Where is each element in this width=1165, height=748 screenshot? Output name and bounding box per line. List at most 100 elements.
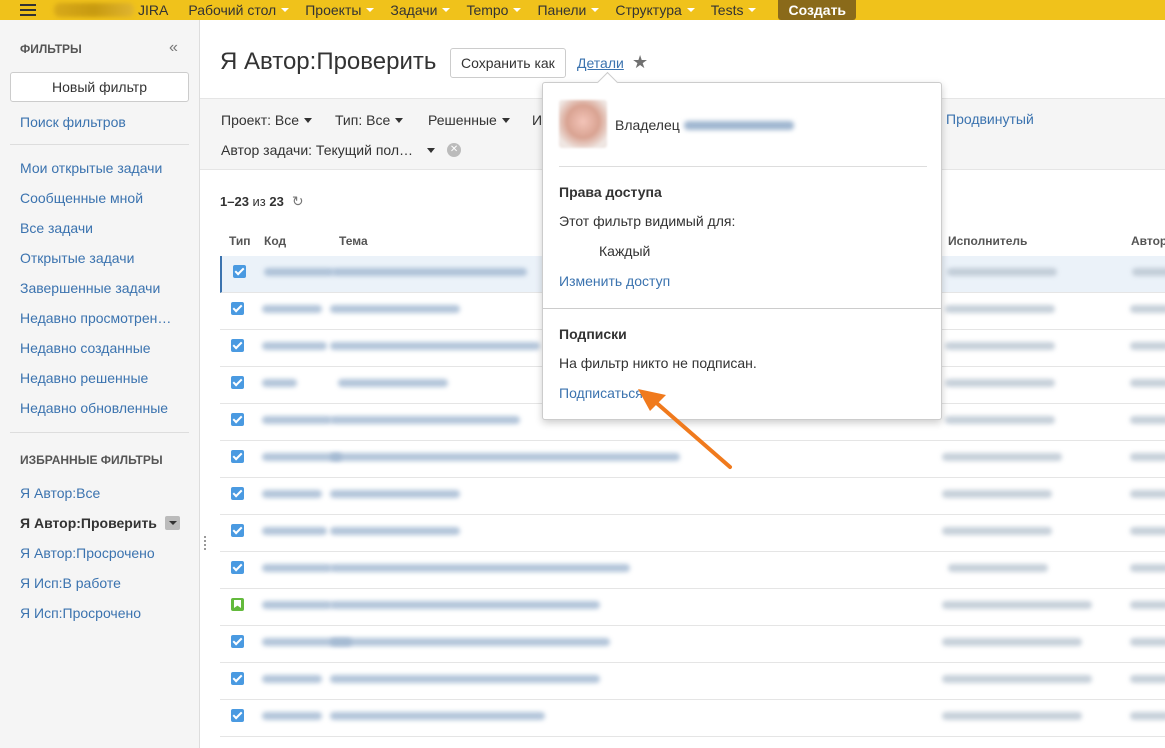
advanced-search-link[interactable]: Продвинутый	[946, 111, 1034, 127]
filter-recently-viewed[interactable]: Недавно просмотрен…	[20, 310, 171, 326]
assignee-redacted[interactable]	[942, 527, 1052, 535]
refresh-icon[interactable]: ↻	[292, 193, 304, 210]
favorite-filter-author-overdue[interactable]: Я Автор:Просрочено	[20, 545, 155, 561]
menu-icon[interactable]	[20, 4, 36, 16]
assignee-redacted[interactable]	[945, 416, 1055, 424]
create-button[interactable]: Создать	[778, 0, 857, 20]
issue-summary-redacted[interactable]	[330, 305, 460, 313]
issue-summary-redacted[interactable]	[330, 564, 630, 572]
issue-summary-redacted[interactable]	[330, 416, 520, 424]
reporter-redacted[interactable]	[1130, 379, 1165, 387]
reporter-redacted[interactable]	[1130, 305, 1165, 313]
table-row[interactable]	[220, 515, 1165, 552]
column-type[interactable]: Тип	[229, 234, 251, 248]
partial-filter[interactable]: И	[532, 112, 542, 128]
filter-open-issues[interactable]: Открытые задачи	[20, 250, 134, 266]
nav-tempo[interactable]: Tempo	[466, 2, 522, 18]
assignee-redacted[interactable]	[942, 638, 1082, 646]
table-row[interactable]	[220, 589, 1165, 626]
issue-key-redacted[interactable]	[262, 379, 297, 387]
filter-my-open-issues[interactable]: Мои открытые задачи	[20, 160, 162, 176]
jira-logo-text[interactable]: JIRA	[138, 2, 168, 18]
issue-summary-redacted[interactable]	[330, 490, 460, 498]
assignee-redacted[interactable]	[948, 564, 1048, 572]
filter-reported-by-me[interactable]: Сообщенные мной	[20, 190, 143, 206]
issue-key-redacted[interactable]	[262, 305, 322, 313]
project-filter[interactable]: Проект: Все	[221, 112, 313, 128]
reporter-redacted[interactable]	[1132, 268, 1165, 276]
nav-boards[interactable]: Панели	[537, 2, 600, 18]
clear-filter-icon[interactable]: ✕	[447, 143, 462, 157]
assignee-redacted[interactable]	[942, 712, 1082, 720]
issue-summary-redacted[interactable]	[330, 601, 600, 609]
issue-summary-redacted[interactable]	[330, 638, 610, 646]
filter-dropdown-icon[interactable]	[164, 516, 180, 530]
star-icon[interactable]: ★	[632, 52, 648, 73]
assignee-redacted[interactable]	[945, 305, 1055, 313]
favorite-filter-assignee-in-progress[interactable]: Я Исп:В работе	[20, 575, 121, 591]
reporter-redacted[interactable]	[1130, 675, 1165, 683]
issue-key-redacted[interactable]	[262, 490, 322, 498]
issue-summary-redacted[interactable]	[330, 712, 545, 720]
assignee-redacted[interactable]	[942, 453, 1062, 461]
double-chevron-left-icon[interactable]: «	[169, 39, 178, 57]
filter-done-issues[interactable]: Завершенные задачи	[20, 280, 160, 296]
favorite-filter-author-all[interactable]: Я Автор:Все	[20, 485, 100, 501]
issue-summary-redacted[interactable]	[332, 268, 527, 276]
nav-projects[interactable]: Проекты	[305, 2, 375, 18]
table-row[interactable]	[220, 478, 1165, 515]
issue-summary-redacted[interactable]	[338, 379, 448, 387]
new-filter-button[interactable]: Новый фильтр	[10, 72, 189, 102]
reporter-redacted[interactable]	[1130, 342, 1165, 350]
assignee-redacted[interactable]	[947, 268, 1057, 276]
column-key[interactable]: Код	[264, 234, 286, 248]
sidebar-resize-handle[interactable]	[204, 536, 206, 550]
issue-summary-redacted[interactable]	[330, 453, 680, 461]
column-assignee[interactable]: Исполнитель	[948, 234, 1027, 248]
reporter-redacted[interactable]	[1130, 712, 1165, 720]
search-filters-link[interactable]: Поиск фильтров	[20, 114, 126, 130]
details-link[interactable]: Детали	[577, 55, 624, 71]
nav-dashboard[interactable]: Рабочий стол	[188, 2, 290, 18]
table-row[interactable]	[220, 663, 1165, 700]
table-row[interactable]	[220, 700, 1165, 737]
issue-key-redacted[interactable]	[262, 675, 322, 683]
assignee-redacted[interactable]	[942, 601, 1092, 609]
company-logo[interactable]	[54, 3, 134, 17]
filter-recently-updated[interactable]: Недавно обновленные	[20, 400, 168, 416]
resolved-filter[interactable]: Решенные	[428, 112, 510, 128]
favorite-filter-author-check-active[interactable]: Я Автор:Проверить	[20, 515, 180, 531]
column-summary[interactable]: Тема	[339, 234, 368, 248]
issue-key-redacted[interactable]	[262, 527, 327, 535]
reporter-redacted[interactable]	[1130, 490, 1165, 498]
issue-key-redacted[interactable]	[262, 601, 332, 609]
reporter-redacted[interactable]	[1130, 453, 1165, 461]
issue-summary-redacted[interactable]	[330, 527, 460, 535]
issue-key-redacted[interactable]	[262, 416, 332, 424]
assignee-redacted[interactable]	[945, 342, 1055, 350]
assignee-redacted[interactable]	[942, 490, 1052, 498]
filter-recently-resolved[interactable]: Недавно решенные	[20, 370, 148, 386]
issue-key-redacted[interactable]	[262, 564, 332, 572]
nav-issues[interactable]: Задачи	[390, 2, 451, 18]
filter-all-issues[interactable]: Все задачи	[20, 220, 93, 236]
reporter-redacted[interactable]	[1130, 416, 1165, 424]
change-access-link[interactable]: Изменить доступ	[559, 273, 670, 289]
type-filter[interactable]: Тип: Все	[335, 112, 404, 128]
save-as-button[interactable]: Сохранить как	[450, 48, 566, 78]
issue-key-redacted[interactable]	[262, 342, 327, 350]
issue-summary-redacted[interactable]	[330, 342, 540, 350]
nav-tests[interactable]: Tests	[711, 2, 757, 18]
reporter-redacted[interactable]	[1130, 601, 1165, 609]
issue-key-redacted[interactable]	[262, 712, 322, 720]
favorite-filter-assignee-overdue[interactable]: Я Исп:Просрочено	[20, 605, 141, 621]
table-row[interactable]	[220, 626, 1165, 663]
nav-structure[interactable]: Структура	[615, 2, 695, 18]
assignee-redacted[interactable]	[942, 675, 1092, 683]
issue-summary-redacted[interactable]	[330, 675, 600, 683]
filter-recently-created[interactable]: Недавно созданные	[20, 340, 151, 356]
reporter-redacted[interactable]	[1130, 564, 1165, 572]
reporter-redacted[interactable]	[1130, 638, 1165, 646]
column-reporter[interactable]: Автор	[1131, 234, 1165, 248]
issue-key-redacted[interactable]	[264, 268, 334, 276]
